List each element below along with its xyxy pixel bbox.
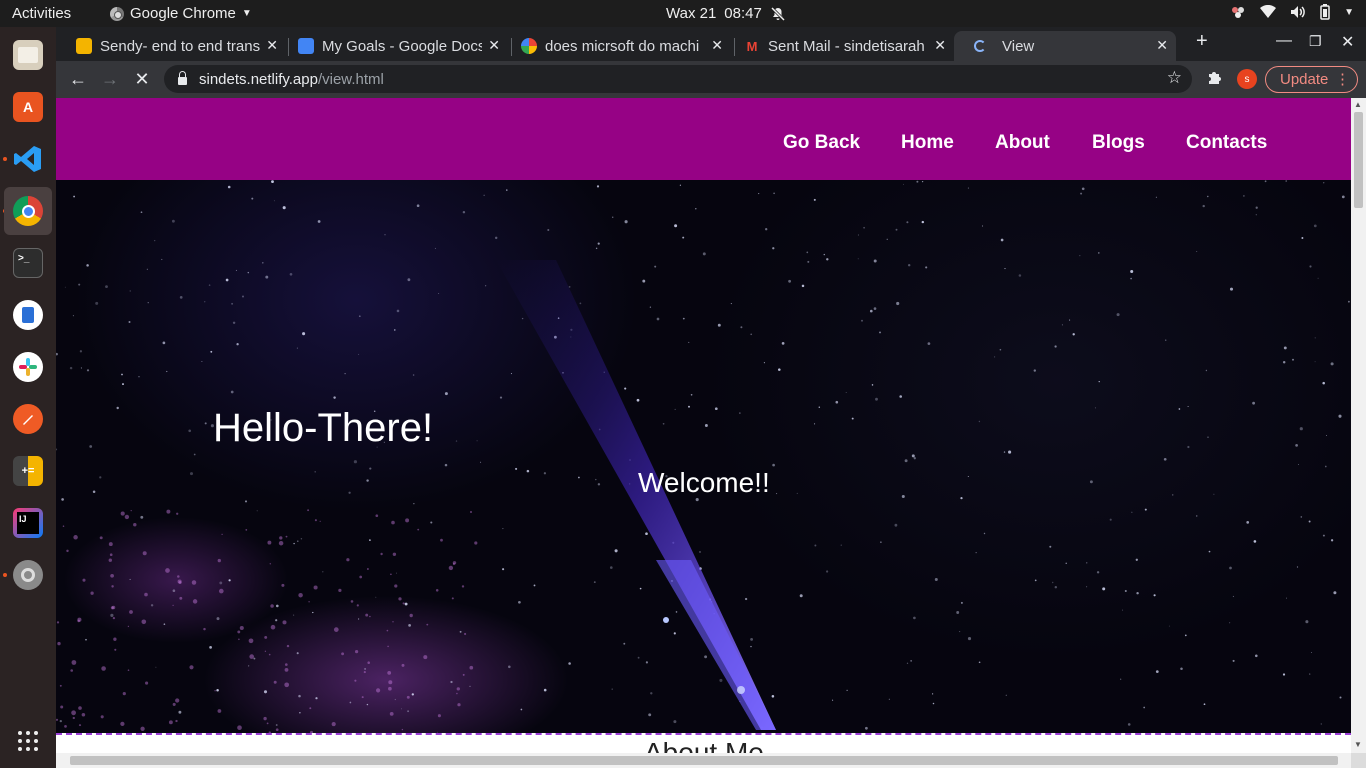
tab-strip: Sendy- end to end trans ✕ My Goals - Goo…: [56, 27, 1366, 61]
app-menu[interactable]: Google Chrome ▼: [110, 5, 252, 22]
notes-icon: [13, 300, 43, 330]
close-tab-icon[interactable]: ✕: [488, 37, 500, 54]
slack-icon: [13, 352, 43, 382]
dock-show-apps[interactable]: [4, 717, 52, 765]
tab-google-search[interactable]: does micrsoft do machi ✕: [501, 31, 731, 61]
app-menu-label: Google Chrome: [130, 5, 236, 22]
horizontal-scroll-thumb[interactable]: [70, 756, 1338, 765]
system-tray[interactable]: ▼: [1230, 4, 1354, 20]
dock-intellij[interactable]: IJ: [4, 499, 52, 547]
notifications-muted-icon: [770, 6, 785, 21]
dock-files[interactable]: [4, 31, 52, 79]
color-picker-icon: [1232, 7, 1245, 18]
dock-chrome[interactable]: [4, 187, 52, 235]
scroll-up-icon[interactable]: ▲: [1354, 100, 1362, 109]
extensions-puzzle-icon[interactable]: [1206, 69, 1224, 87]
sendy-icon: [76, 38, 92, 54]
update-label: Update: [1280, 71, 1329, 88]
google-docs-icon: [298, 38, 314, 54]
files-icon: [13, 40, 43, 70]
vertical-scrollbar[interactable]: ▲ ▼: [1351, 98, 1366, 753]
chrome-icon: [110, 6, 124, 21]
ubuntu-software-icon: A: [13, 92, 43, 122]
restore-icon[interactable]: ❐: [1309, 33, 1322, 50]
tab-gmail[interactable]: M Sent Mail - sindetisarah ✕: [724, 31, 954, 61]
close-tab-icon[interactable]: ✕: [711, 37, 723, 54]
clock[interactable]: Wax 21 08:47: [666, 5, 786, 22]
dock-notes[interactable]: [4, 291, 52, 339]
scrollbar-corner: [1351, 753, 1366, 768]
browser-toolbar: ← → ✕ sindets.netlify.app/view.html ☆ s …: [56, 61, 1366, 98]
time-label: 08:47: [724, 5, 762, 22]
update-button[interactable]: Update ⋮: [1265, 66, 1358, 93]
profile-avatar[interactable]: s: [1237, 69, 1257, 89]
postman-icon: [13, 404, 43, 434]
lock-icon: [178, 71, 187, 85]
intellij-icon: IJ: [13, 508, 43, 538]
nav-about[interactable]: About: [995, 132, 1050, 154]
dock-terminal[interactable]: >_: [4, 239, 52, 287]
system-menu-caret-icon: ▼: [1344, 6, 1354, 18]
tab-title: Sent Mail - sindetisarah: [768, 37, 925, 55]
dock-calculator[interactable]: +=: [4, 447, 52, 495]
google-icon: [521, 38, 537, 54]
forward-arrow-icon[interactable]: →: [96, 67, 124, 91]
nav-home[interactable]: Home: [901, 132, 954, 154]
dock-slack[interactable]: [4, 343, 52, 391]
hero-subtitle: Welcome!!: [638, 467, 770, 498]
date-label: Wax 21: [666, 5, 717, 22]
volume-icon: [1291, 6, 1305, 18]
settings-gear-icon: [13, 560, 43, 590]
new-tab-icon[interactable]: +: [1196, 30, 1208, 53]
page-viewport: Go Back Home About Blogs Contacts Hello-…: [56, 98, 1366, 768]
tab-title: My Goals - Google Docs: [322, 37, 482, 55]
vertical-scroll-thumb[interactable]: [1354, 112, 1363, 208]
wifi-icon: [1260, 5, 1277, 18]
close-tab-icon[interactable]: ✕: [1156, 37, 1168, 54]
dock-ubuntu-software[interactable]: A: [4, 83, 52, 131]
caret-down-icon: ▼: [241, 8, 252, 19]
tab-view[interactable]: View ✕: [954, 31, 1176, 61]
bookmark-star-icon[interactable]: ☆: [1167, 68, 1182, 88]
calculator-icon: +=: [13, 456, 43, 486]
hero-title: Hello-There!: [213, 406, 434, 450]
tab-my-goals[interactable]: My Goals - Google Docs ✕: [278, 31, 508, 61]
dock: A >_ += IJ: [0, 27, 56, 768]
activities-button[interactable]: Activities: [12, 5, 71, 22]
url-path: /view.html: [317, 70, 384, 88]
close-tab-icon[interactable]: ✕: [266, 37, 278, 54]
stop-loading-icon[interactable]: ✕: [128, 67, 156, 91]
dock-settings[interactable]: [4, 551, 52, 599]
minimize-icon[interactable]: —: [1276, 32, 1292, 50]
address-bar[interactable]: sindets.netlify.app/view.html ☆: [164, 65, 1192, 93]
close-window-icon[interactable]: ✕: [1341, 32, 1354, 52]
scroll-down-icon[interactable]: ▼: [1354, 740, 1362, 749]
dock-vscode[interactable]: [4, 135, 52, 183]
nav-blogs[interactable]: Blogs: [1092, 132, 1145, 154]
nav-contacts[interactable]: Contacts: [1186, 132, 1267, 154]
tab-title: View: [1002, 37, 1035, 55]
url-host: sindets.netlify.app: [199, 70, 318, 88]
dock-postman[interactable]: [4, 395, 52, 443]
loading-icon: [974, 40, 986, 52]
terminal-icon: >_: [13, 248, 43, 278]
battery-icon: [1320, 4, 1330, 20]
more-menu-icon[interactable]: ⋮: [1335, 70, 1350, 88]
app-grid-icon: [18, 731, 38, 751]
nav-go-back[interactable]: Go Back: [783, 132, 860, 154]
back-arrow-icon[interactable]: ←: [64, 67, 92, 91]
hero-section: Hello-There! Welcome!!: [56, 180, 1351, 733]
tab-title: Sendy- end to end trans: [100, 37, 260, 55]
horizontal-scrollbar[interactable]: [56, 753, 1351, 768]
gmail-icon: M: [746, 38, 758, 54]
vscode-icon: [13, 144, 43, 174]
close-tab-icon[interactable]: ✕: [934, 37, 946, 54]
tab-title: does micrsoft do machi: [545, 37, 700, 55]
tab-sendy[interactable]: Sendy- end to end trans ✕: [56, 31, 286, 61]
chrome-icon: [13, 196, 43, 226]
system-top-bar: Activities Google Chrome ▼ Wax 21 08:47 …: [0, 0, 1366, 27]
site-navbar: Go Back Home About Blogs Contacts: [56, 98, 1351, 180]
